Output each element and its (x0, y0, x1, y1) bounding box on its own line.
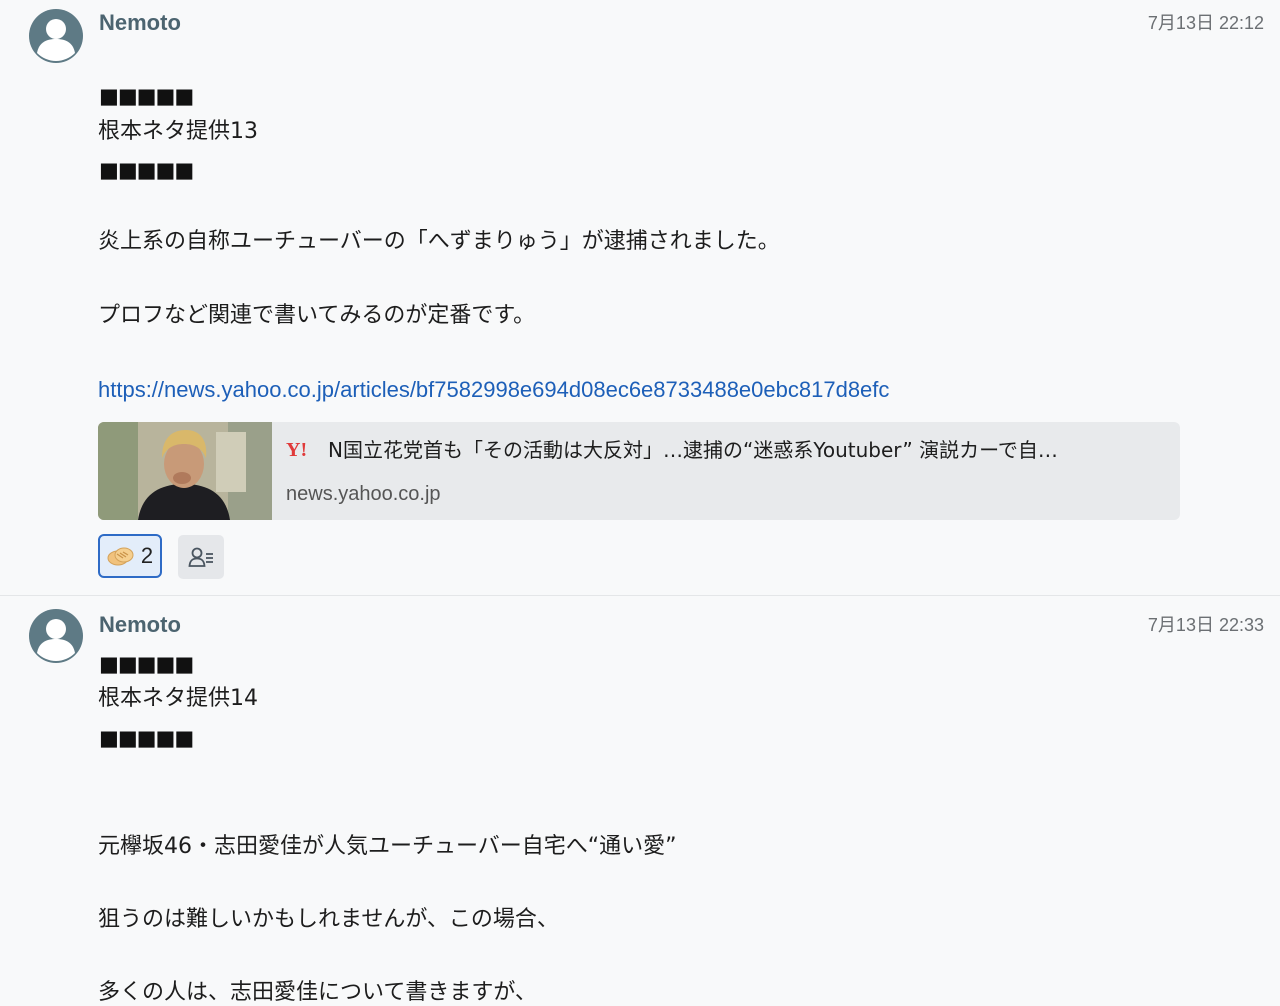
author-name[interactable]: Nemoto (99, 612, 181, 638)
preview-domain: news.yahoo.co.jp (286, 483, 441, 505)
block-separator: ■■■■■ (99, 84, 194, 108)
preview-title: N国立花党首も「その活動は大反対」…逮捕の“迷惑系Youtuber” 演説カーで… (328, 438, 1058, 462)
block-separator: ■■■■■ (99, 158, 194, 182)
author-name[interactable]: Nemoto (99, 10, 181, 36)
handshake-icon (107, 547, 134, 566)
message-timestamp: 7月13日 22:12 (1147, 13, 1264, 33)
block-separator: ■■■■■ (99, 652, 194, 676)
readers-button[interactable] (178, 535, 224, 579)
message-paragraph: 多くの人は、志田愛佳について書きますが、 (98, 980, 537, 1005)
readers-list-icon (188, 547, 213, 567)
message-paragraph: プロフなど関連で書いてみるのが定番です。 (98, 303, 536, 328)
reaction-button[interactable]: 2 (98, 534, 162, 578)
article-link[interactable]: https://news.yahoo.co.jp/articles/bf7582… (98, 375, 889, 405)
preview-thumbnail (98, 422, 272, 520)
message-paragraph: 狙うのは難しいかもしれませんが、この場合、 (98, 907, 559, 932)
avatar-icon[interactable] (28, 608, 84, 664)
message-item: Nemoto 7月13日 22:12 ■■■■■ 根本ネタ提供13 ■■■■■ … (0, 0, 1280, 596)
block-separator: ■■■■■ (99, 726, 194, 750)
message-paragraph: 炎上系の自称ユーチューバーの「へずまりゅう」が逮捕されました。 (98, 229, 780, 254)
message-timestamp: 7月13日 22:33 (1147, 615, 1264, 635)
yahoo-logo-icon: Y! (286, 439, 308, 461)
message-paragraph: 元欅坂46・志田愛佳が人気ユーチューバー自宅へ“通い愛” (98, 834, 677, 859)
message-heading: 根本ネタ提供13 (98, 119, 258, 144)
avatar-icon[interactable] (28, 8, 84, 64)
reaction-count: 2 (140, 543, 154, 568)
link-preview-card[interactable]: Y! N国立花党首も「その活動は大反対」…逮捕の“迷惑系Youtuber” 演説… (98, 422, 1180, 520)
message-item: Nemoto 7月13日 22:33 ■■■■■ 根本ネタ提供14 ■■■■■ … (0, 596, 1280, 1006)
message-heading: 根本ネタ提供14 (98, 686, 258, 711)
